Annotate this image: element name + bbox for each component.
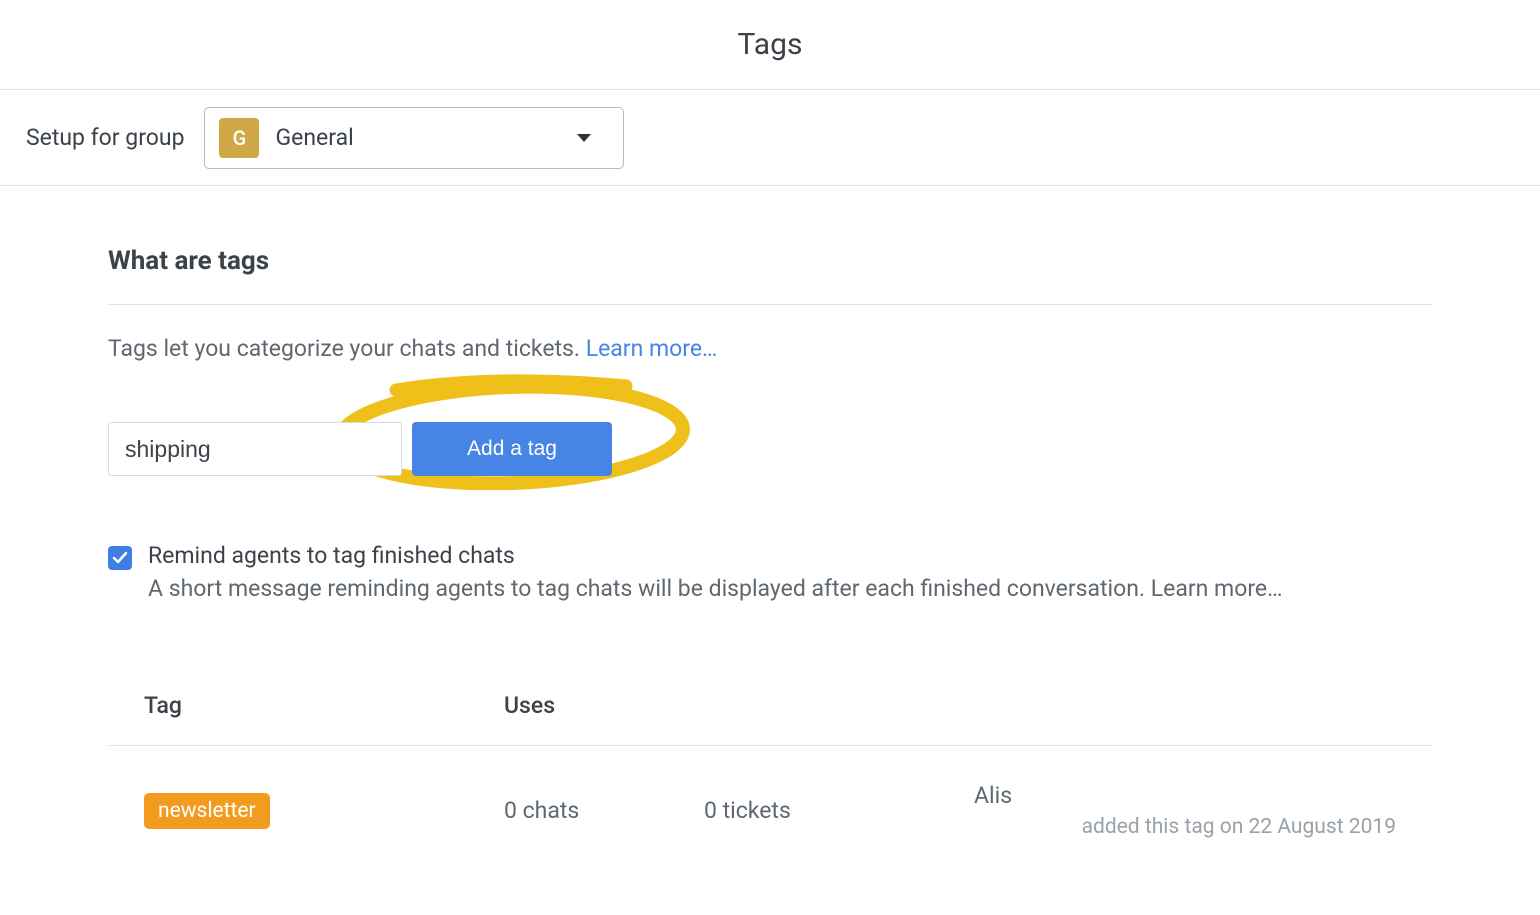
remind-checkbox[interactable] [108, 546, 132, 570]
cell-chats: 0 chats [504, 797, 704, 824]
group-selector-label: Setup for group [26, 124, 184, 151]
chevron-down-icon [577, 134, 591, 142]
section-description: Tags let you categorize your chats and t… [108, 335, 1432, 362]
cell-tag: newsletter [144, 793, 504, 829]
learn-more-link[interactable]: Learn more… [586, 335, 718, 362]
add-tag-row: Add a tag [108, 408, 1432, 492]
add-tag-button[interactable]: Add a tag [412, 422, 612, 476]
description-text: Tags let you categorize your chats and t… [108, 335, 586, 362]
page-header: Tags [0, 0, 1540, 90]
tags-table: Tag Uses newsletter 0 chats 0 tickets Al… [108, 672, 1432, 849]
author-name: Alis [974, 782, 1012, 809]
col-header-uses: Uses [504, 692, 1396, 719]
group-selector-bar: Setup for group G General [0, 90, 1540, 186]
section-title: What are tags [108, 246, 1432, 305]
remind-row: Remind agents to tag finished chats A sh… [108, 542, 1432, 602]
group-selected-name: General [275, 124, 561, 151]
remind-text-block: Remind agents to tag finished chats A sh… [148, 542, 1282, 602]
tag-name-input[interactable] [108, 422, 402, 476]
group-select-dropdown[interactable]: G General [204, 107, 624, 169]
table-row: newsletter 0 chats 0 tickets Alis added … [108, 746, 1432, 849]
tag-pill[interactable]: newsletter [144, 793, 270, 829]
check-icon [112, 550, 128, 566]
cell-tickets: 0 tickets [704, 797, 974, 824]
cell-author: Alis added this tag on 22 August 2019 [974, 782, 1396, 839]
table-header: Tag Uses [108, 672, 1432, 746]
page-title: Tags [738, 27, 803, 62]
group-badge: G [219, 118, 259, 158]
main-content: What are tags Tags let you categorize yo… [0, 186, 1540, 849]
author-meta: added this tag on 22 August 2019 [974, 815, 1396, 839]
col-header-tag: Tag [144, 692, 504, 719]
remind-label[interactable]: Remind agents to tag finished chats [148, 542, 1282, 569]
remind-description: A short message reminding agents to tag … [148, 575, 1282, 602]
